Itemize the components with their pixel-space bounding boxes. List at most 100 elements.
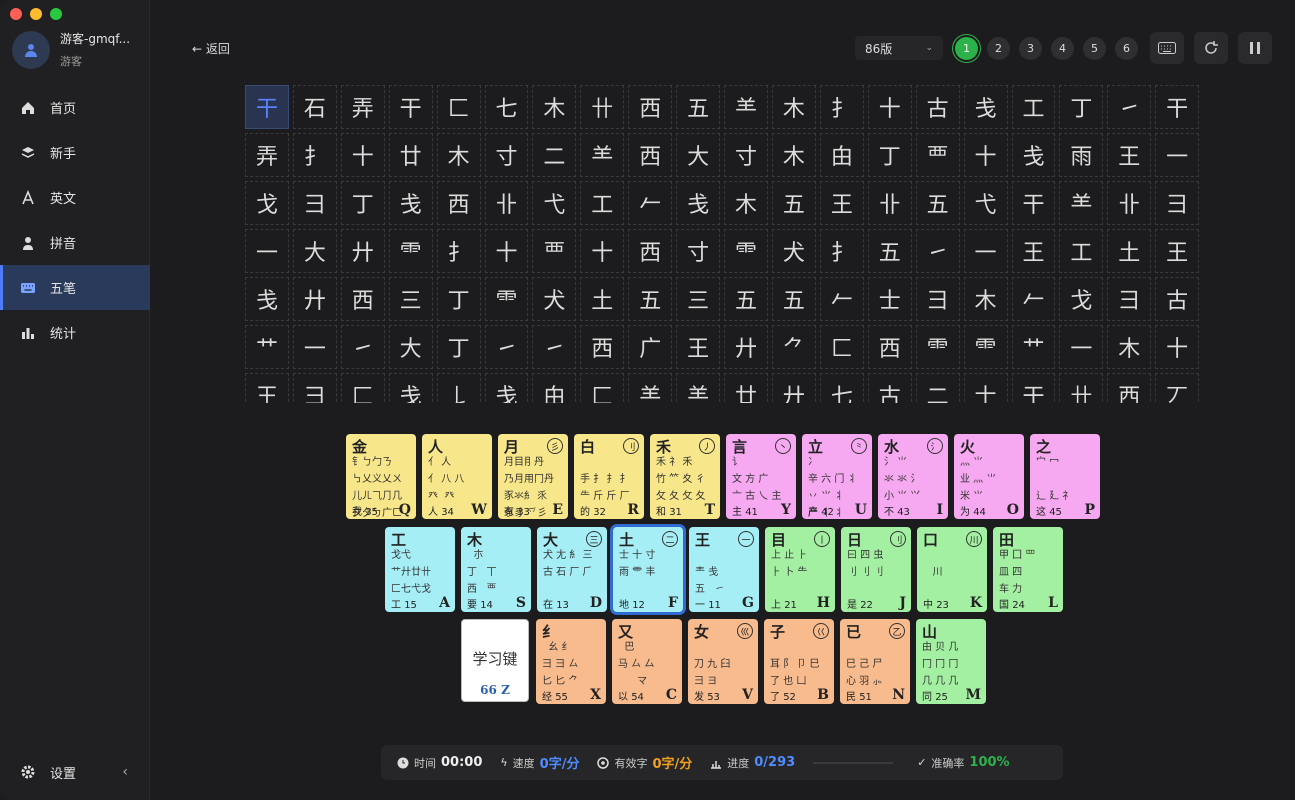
- minimize-window-button[interactable]: [30, 8, 42, 20]
- key-n[interactable]: 已乙 巳 己 尸 心 羽 ⺗民 51 N: [840, 619, 910, 704]
- grid-cell: 廾: [340, 229, 385, 273]
- grid-cell: 覀: [532, 229, 577, 273]
- key-p[interactable]: 之宀 冖 辶 廴 礻这 45 P: [1030, 434, 1100, 519]
- key-g[interactable]: 王一 龶 戋 五 ㇀一 11 G: [689, 527, 759, 612]
- key-a[interactable]: 工 戈弋 艹廾廿卄 匚七弋戈工 15 A: [385, 527, 455, 612]
- key-i[interactable]: 水氵氵 ⺌ 氺 氺 氵 小 ⺌ ⺍ 不 43 I: [878, 434, 948, 519]
- key-components: 曰 四 虫 刂 刂 刂: [847, 550, 884, 578]
- grid-cell: 工: [1059, 229, 1104, 273]
- key-u[interactable]: 立⺀冫 辛 六 门 丬 丷 ⺌ 丬 产 丬 丬产 42 U: [802, 434, 872, 519]
- level-button-4[interactable]: 4: [1051, 37, 1074, 60]
- key-components: 禾 礻 禾 竹 ⺮ 夊 彳 攵 夂 攵 夂: [656, 457, 706, 502]
- sidebar-item-1[interactable]: 新手: [0, 130, 150, 175]
- level-button-1[interactable]: 1: [955, 37, 978, 60]
- key-components: 巴 马 ㄙ 厶 マ: [618, 642, 655, 687]
- key-s[interactable]: 木 朩 丁 丅 西 覀要 14 S: [461, 527, 531, 612]
- key-v[interactable]: 女巛 刀 九 臼 彐 ヨ发 53 V: [688, 619, 758, 704]
- sidebar-item-3[interactable]: 拼音: [0, 220, 150, 265]
- grid-cell: ⺕: [1155, 181, 1199, 225]
- key-components: 巳 己 尸 心 羽 ⺗: [846, 659, 883, 687]
- key-r[interactable]: 白⺉ 手 ⺘ 扌 扌 ⺧ 斤 斤 厂 的 32 R: [574, 434, 644, 519]
- grid-cell: 西: [340, 277, 385, 321]
- key-c[interactable]: 又 巴 马 ㄙ 厶 マ以 54 C: [612, 619, 682, 704]
- key-word-label: 以: [618, 692, 628, 703]
- grid-cell: 十: [484, 229, 529, 273]
- grid-cell: 扌: [436, 229, 481, 273]
- sidebar-item-0[interactable]: 首页: [0, 85, 150, 130]
- key-d[interactable]: 大三犬 尢 ⺯ 三 古 石 厂 ⺁在 13 D: [537, 527, 607, 612]
- grid-cell: 干: [388, 85, 433, 129]
- close-window-button[interactable]: [10, 8, 22, 20]
- key-x[interactable]: 纟 幺 纟 彐 彐 ㄙ 匕 匕 ⺈经 55 X: [536, 619, 606, 704]
- key-o[interactable]: 火灬 ⺌ 业 灬 ⺌ 米 ⺌为 44 O: [954, 434, 1024, 519]
- key-stroke-symbol: 彡: [547, 438, 563, 454]
- refresh-icon: [1205, 41, 1218, 54]
- sidebar-item-2[interactable]: 英文: [0, 175, 150, 220]
- key-f[interactable]: 土二士 十 寸 雨 ⻗ 丰地 12 F: [613, 527, 683, 612]
- key-letter: W: [471, 502, 487, 518]
- key-footer: 了 52 B: [770, 687, 829, 703]
- level-button-5[interactable]: 5: [1083, 37, 1106, 60]
- key-h[interactable]: 目丨上 止 ⺊ ⺊ 卜 ⺧ 上 21 H: [765, 527, 835, 612]
- grid-cell: 西: [628, 229, 673, 273]
- settings-label: 设置: [50, 766, 77, 782]
- key-b[interactable]: 子巜 耳 阝 卩 巳 了 也 凵了 52 B: [764, 619, 834, 704]
- level-button-6[interactable]: 6: [1115, 37, 1138, 60]
- grid-cell: 三: [388, 277, 433, 321]
- key-w[interactable]: 人 亻 人 亻 八 八 癶 癶人 34 W: [422, 434, 492, 519]
- key-l[interactable]: 田甲 囗 罒 皿 四 车 力国 24 L: [993, 527, 1063, 612]
- grid-cell: 丁: [1059, 85, 1104, 129]
- grid-cell: 西: [628, 133, 673, 177]
- grid-cell: ⺕: [292, 373, 337, 403]
- user-profile[interactable]: 游客-gmqf... 游客: [12, 30, 130, 69]
- avatar: [12, 30, 50, 69]
- grid-cell: 二: [532, 133, 577, 177]
- version-select[interactable]: 86版 ⌄: [855, 36, 943, 60]
- learn-key-z[interactable]: 学习键 66 Z: [461, 619, 529, 702]
- grid-cell: 戋: [963, 85, 1008, 129]
- key-components: 朩 丁 丅 西 覀: [467, 550, 497, 595]
- grid-cell: 戋: [1011, 133, 1056, 177]
- key-j[interactable]: 日刂曰 四 虫 刂 刂 刂是 22 J: [841, 527, 911, 612]
- key-letter: U: [854, 502, 867, 518]
- key-word: 和 31: [656, 503, 682, 518]
- key-letter: O: [1006, 502, 1019, 518]
- keyboard-toggle-button[interactable]: [1150, 32, 1184, 64]
- grid-cell: 𠂉: [628, 181, 673, 225]
- key-letter: J: [899, 595, 906, 611]
- collapse-sidebar-icon[interactable]: ‹: [122, 764, 128, 780]
- letter-a-icon: [22, 189, 34, 204]
- grid-cell: 戋: [388, 373, 433, 403]
- key-word-label: 有: [504, 507, 514, 518]
- key-y[interactable]: 言丶讠 文 方 广 亠 古 乀 主主 41 Y: [726, 434, 796, 519]
- grid-row: 艹一㇀大丁㇀㇀西广王廾⺈匚西⻗⻗艹一木十: [245, 325, 1199, 369]
- person-icon: [23, 236, 33, 250]
- maximize-window-button[interactable]: [50, 8, 62, 20]
- grid-cell: 廾: [292, 277, 337, 321]
- sidebar-item-4[interactable]: 五笔: [0, 265, 150, 310]
- grid-cell: ⺷: [628, 373, 673, 403]
- key-footer: 地 12 F: [619, 595, 678, 611]
- sidebar-item-5[interactable]: 统计: [0, 310, 150, 355]
- back-button[interactable]: ← 返回: [192, 40, 230, 57]
- gear-icon: [21, 765, 35, 779]
- key-code: 13: [556, 600, 569, 611]
- key-m[interactable]: 山由 贝 几 冂 冂 冂 几 几 几同 25 M: [916, 619, 986, 704]
- level-button-3[interactable]: 3: [1019, 37, 1042, 60]
- restart-button[interactable]: [1194, 32, 1228, 64]
- key-e[interactable]: 月彡月目⺝丹 乃月用冂丹 豕氺⺯ 乑 豕豸 乊彡有 33 E: [498, 434, 568, 519]
- key-t[interactable]: 禾丿禾 礻 禾 竹 ⺮ 夊 彳 攵 夂 攵 夂和 31 T: [650, 434, 720, 519]
- key-word-label: 中: [923, 600, 933, 611]
- settings-item[interactable]: 设置 ‹: [0, 754, 150, 790]
- key-q[interactable]: 金钅ㄅ勹ㄋ ㇉乂义乂ㄨ 儿ㄦ⺄⺆几 夕夕ㄅ广ㄈ我 35 Q: [346, 434, 416, 519]
- grid-cell: 艹: [1011, 325, 1056, 369]
- key-k[interactable]: 口川 川中 23 K: [917, 527, 987, 612]
- grid-cell: 犬: [771, 229, 816, 273]
- level-button-2[interactable]: 2: [987, 37, 1010, 60]
- grid-cell: 廿: [724, 373, 768, 403]
- status-bar: 时间 00:00 ϟ 速度 0字/分 有效字 0字/分 进度 0/293 ✓ 准…: [381, 745, 1063, 780]
- key-word: 产 42: [808, 503, 834, 518]
- key-stroke-symbol: 一: [738, 531, 754, 547]
- grid-cell: 戈: [245, 181, 289, 225]
- pause-button[interactable]: [1238, 32, 1272, 64]
